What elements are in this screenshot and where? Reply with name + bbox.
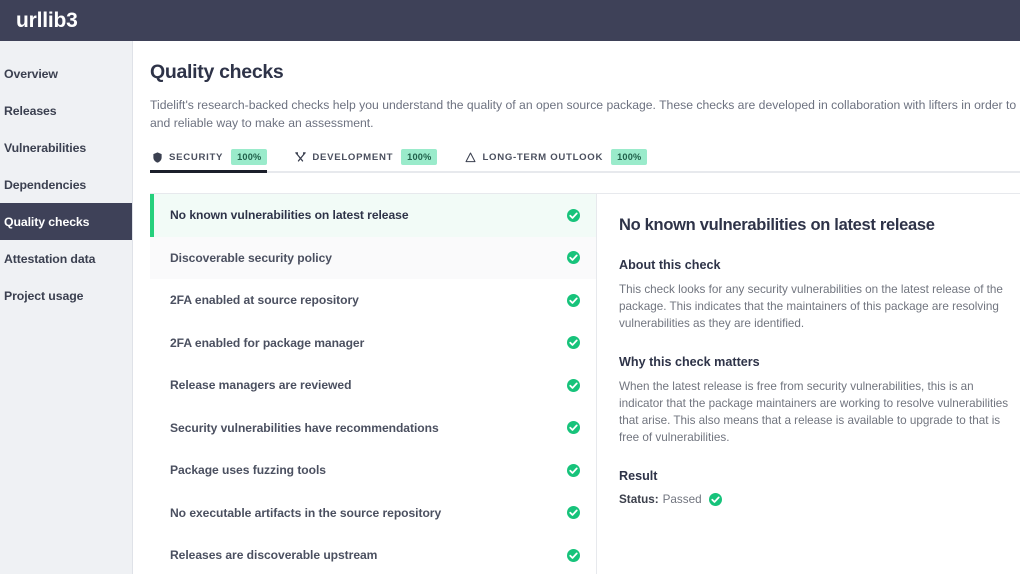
detail-status-row: Status: Passed [619,493,1004,506]
detail-why-text: When the latest release is free from sec… [619,380,1009,444]
check-list-item[interactable]: Releases are discoverable upstream [150,534,596,574]
page-package-title: urllib3 [16,8,78,32]
sidebar-item-label: Attestation data [4,251,96,266]
check-passed-icon [567,463,580,477]
detail-about-text: This check looks for any security vulner… [619,283,1003,330]
check-list-item[interactable]: Security vulnerabilities have recommenda… [150,406,596,449]
check-label: Releases are discoverable upstream [170,548,378,563]
page-title: Quality checks [150,61,284,83]
status-label: Status: [619,493,659,506]
sidebar-item-label: Releases [4,103,57,118]
check-passed-icon [567,208,580,222]
category-tabs: SECURITY 100% DEVELOPMENT 100% LONG-TERM… [150,149,1020,173]
tab-score-badge: 100% [611,149,648,165]
tab-label: LONG-TERM OUTLOOK [482,151,604,163]
check-detail-panel: No known vulnerabilities on latest relea… [597,194,1020,574]
app-shell: Overview Releases Vulnerabilities Depend… [0,41,1020,574]
check-list-item[interactable]: No executable artifacts in the source re… [150,491,596,534]
check-label: 2FA enabled for package manager [170,335,365,350]
shield-icon [152,151,163,163]
sidebar-item-overview[interactable]: Overview [0,55,132,92]
sidebar-nav: Overview Releases Vulnerabilities Depend… [0,41,133,574]
check-passed-icon [708,493,722,506]
check-label: Security vulnerabilities have recommenda… [170,420,439,435]
check-list-item[interactable]: Discoverable security policy [150,236,596,279]
check-label: Release managers are reviewed [170,378,352,393]
sidebar-item-label: Dependencies [4,177,87,192]
check-list-item[interactable]: 2FA enabled at source repository [150,279,596,322]
sidebar-item-dependencies[interactable]: Dependencies [0,166,132,203]
check-label: Package uses fuzzing tools [170,463,326,478]
check-label: Discoverable security policy [170,250,332,265]
check-label: 2FA enabled at source repository [170,293,359,308]
check-passed-icon [567,421,580,435]
tab-security[interactable]: SECURITY 100% [150,149,279,173]
sidebar-item-vulnerabilities[interactable]: Vulnerabilities [0,129,132,166]
detail-about-heading: About this check [619,258,721,272]
check-label: No known vulnerabilities on latest relea… [170,208,409,223]
detail-result-heading: Result [619,469,658,483]
app-header: urllib3 [0,0,1020,41]
check-passed-icon [567,336,580,350]
sidebar-item-label: Project usage [4,288,84,303]
main-content: Quality checks Tidelift's research-backe… [133,41,1020,574]
sidebar-item-label: Quality checks [4,214,90,229]
check-passed-icon [567,251,580,265]
sidebar-item-attestation-data[interactable]: Attestation data [0,240,132,277]
sidebar-item-releases[interactable]: Releases [0,92,132,129]
check-list-item[interactable]: 2FA enabled for package manager [150,321,596,364]
check-list-item[interactable]: Package uses fuzzing tools [150,449,596,492]
tab-score-badge: 100% [401,149,438,165]
tab-label: DEVELOPMENT [312,151,394,163]
check-passed-icon [567,378,580,392]
sidebar-item-project-usage[interactable]: Project usage [0,277,132,314]
check-passed-icon [567,293,580,307]
sidebar-item-label: Overview [4,66,58,81]
check-passed-icon [567,548,580,562]
telescope-icon [465,152,476,163]
detail-title: No known vulnerabilities on latest relea… [619,216,935,234]
status-value: Passed [662,493,702,506]
tab-development[interactable]: DEVELOPMENT 100% [293,149,449,173]
check-label: No executable artifacts in the source re… [170,505,442,520]
sidebar-item-label: Vulnerabilities [4,140,87,155]
detail-why-heading: Why this check matters [619,355,760,369]
checks-split-view: No known vulnerabilities on latest relea… [150,193,1020,574]
checks-list: No known vulnerabilities on latest relea… [150,194,597,574]
check-passed-icon [567,506,580,520]
tab-score-badge: 100% [231,149,268,165]
check-list-item[interactable]: No known vulnerabilities on latest relea… [150,194,596,237]
tools-icon [295,151,307,163]
page-description: Tidelift's research-backed checks help y… [150,98,1020,130]
check-list-item[interactable]: Release managers are reviewed [150,364,596,407]
tab-label: SECURITY [169,151,224,163]
tab-long-term-outlook[interactable]: LONG-TERM OUTLOOK 100% [463,149,659,173]
sidebar-item-quality-checks[interactable]: Quality checks [0,203,132,240]
